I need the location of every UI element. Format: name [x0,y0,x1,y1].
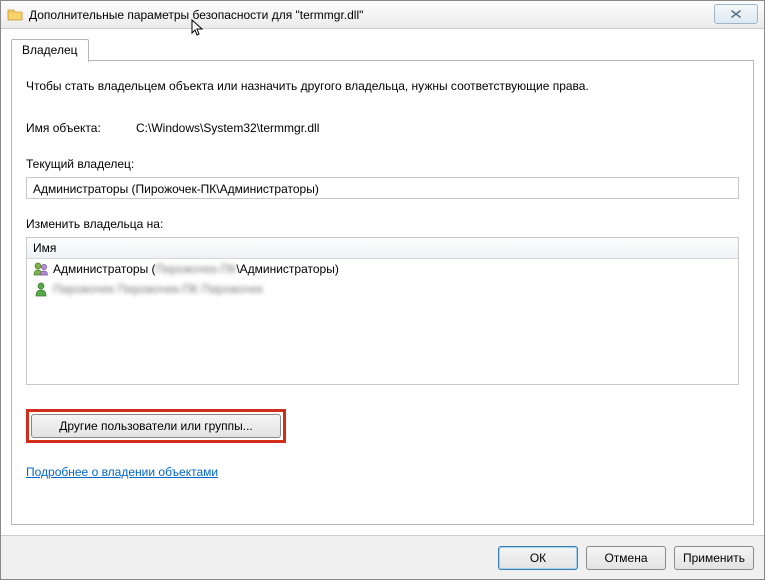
user-icon [33,281,49,297]
list-body: Администраторы (Пирожочек-ПК\Администрат… [27,259,738,384]
list-item-label: Администраторы (Пирожочек-ПК\Администрат… [53,262,339,276]
other-users-highlight: Другие пользователи или группы... [26,409,286,443]
object-name-label: Имя объекта: [26,121,136,135]
tab-strip: Владелец [11,39,754,61]
current-owner-box: Администраторы (Пирожочек-ПК\Администрат… [26,177,739,199]
close-button[interactable] [714,4,758,24]
learn-more-link[interactable]: Подробнее о владении объектами [26,465,218,479]
users-group-icon [33,261,49,277]
change-owner-label: Изменить владельца на: [26,217,739,231]
other-users-button[interactable]: Другие пользователи или группы... [31,414,281,438]
tab-owner[interactable]: Владелец [11,39,89,62]
current-owner-label: Текущий владелец: [26,157,739,171]
list-item[interactable]: Пирожочек Пирожочек-ПК Пирожочек [27,279,738,299]
apply-button[interactable]: Применить [674,546,754,570]
tab-content: Чтобы стать владельцем объекта или назна… [11,60,754,525]
folder-icon [7,7,23,23]
close-icon [730,9,742,19]
window-title: Дополнительные параметры безопасности дл… [29,8,363,22]
ok-button[interactable]: ОК [498,546,578,570]
cancel-button[interactable]: Отмена [586,546,666,570]
list-item[interactable]: Администраторы (Пирожочек-ПК\Администрат… [27,259,738,279]
description-text: Чтобы стать владельцем объекта или назна… [26,79,739,93]
client-area: Владелец Чтобы стать владельцем объекта … [1,29,764,535]
owner-list[interactable]: Имя Администраторы (Пирожоче [26,237,739,385]
titlebar: Дополнительные параметры безопасности дл… [1,1,764,29]
list-column-header[interactable]: Имя [27,238,738,259]
list-item-label: Пирожочек Пирожочек-ПК Пирожочек [53,282,263,296]
object-name-row: Имя объекта: C:\Windows\System32\termmgr… [26,121,739,135]
dialog-footer: ОК Отмена Применить [1,535,764,579]
window: Дополнительные параметры безопасности дл… [0,0,765,580]
object-name-value: C:\Windows\System32\termmgr.dll [136,121,739,135]
